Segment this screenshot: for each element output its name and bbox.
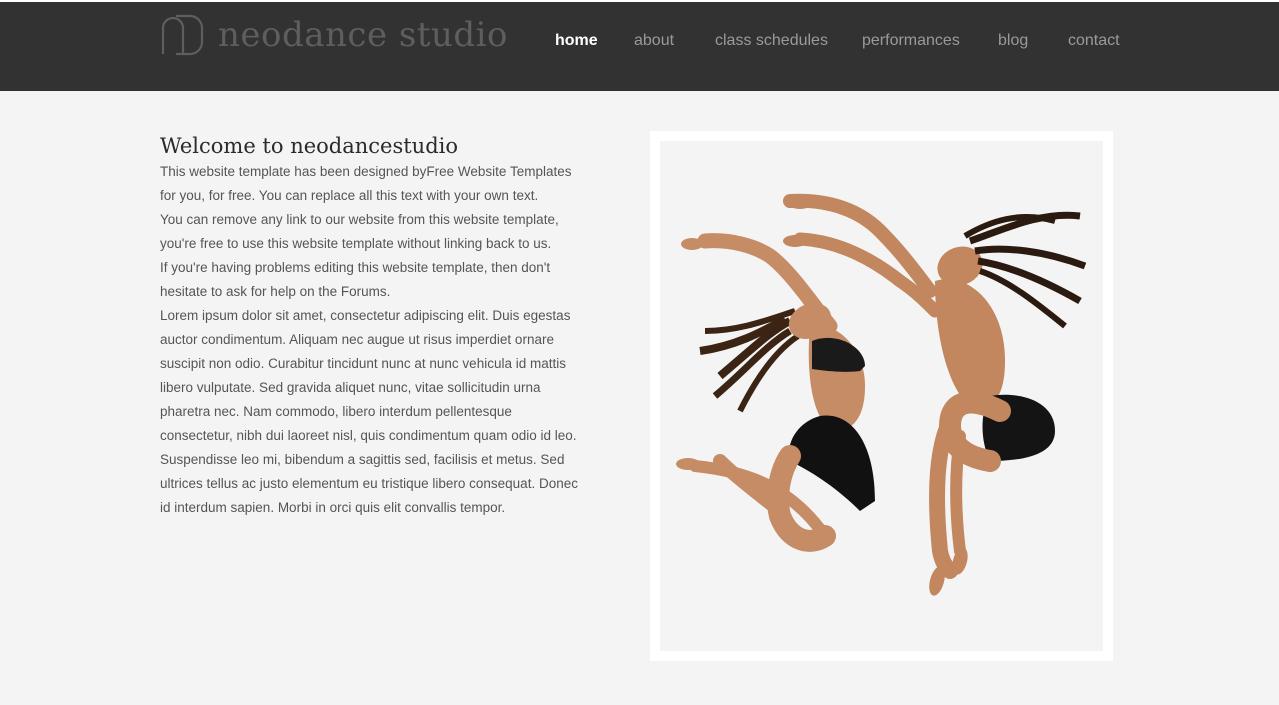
text-line: auctor condimentum. Aliquam nec augue ut…	[160, 332, 554, 347]
logo-icon	[161, 14, 204, 56]
dancers-illustration	[676, 193, 1087, 596]
nav-class-schedules[interactable]: class schedules	[715, 32, 828, 50]
nav-blog[interactable]: blog	[998, 32, 1028, 50]
nav-about[interactable]: about	[634, 32, 674, 50]
text-line: consectetur, nibh dui laoreet nisl, quis…	[160, 428, 577, 443]
text-line: libero vulputate. Sed gravida aliquet nu…	[160, 380, 541, 395]
text-line: suscipit non odio. Curabitur tincidunt n…	[160, 356, 566, 371]
site-logo[interactable]: neodance studio	[160, 14, 508, 56]
nav-performances[interactable]: performances	[862, 32, 960, 50]
page-title: Welcome to neodancestudio	[160, 134, 459, 158]
intro-text: This website template has been designed …	[160, 160, 590, 520]
text-line: Lorem ipsum dolor sit amet, consectetur …	[160, 308, 571, 323]
site-header: neodance studio home about class schedul…	[0, 2, 1279, 91]
text-line: ultrices tellus ac justo elementum eu tr…	[160, 476, 578, 491]
text-line: pharetra nec. Nam commodo, libero interd…	[160, 404, 512, 419]
nav-contact[interactable]: contact	[1068, 32, 1120, 50]
text-line: This website template has been designed …	[160, 164, 572, 179]
text-line: You can remove any link to our website f…	[160, 212, 559, 227]
text-line: id interdum sapien. Morbi in orci quis e…	[160, 500, 506, 515]
text-line: you're free to use this website template…	[160, 236, 552, 251]
logo-text: neodance studio	[218, 15, 509, 55]
text-line: for you, for free. You can replace all t…	[160, 188, 539, 203]
dancers-photo	[660, 141, 1103, 651]
text-line: If you're having problems editing this w…	[160, 260, 551, 275]
nav-home[interactable]: home	[555, 32, 598, 50]
text-line: hesitate to ask for help on the Forums.	[160, 284, 391, 299]
text-line: Suspendisse leo mi, bibendum a sagittis …	[160, 452, 565, 467]
main-content: Welcome to neodancestudio This website t…	[160, 133, 590, 520]
female-dancer	[676, 233, 875, 552]
dancers-photo-frame	[650, 131, 1113, 661]
